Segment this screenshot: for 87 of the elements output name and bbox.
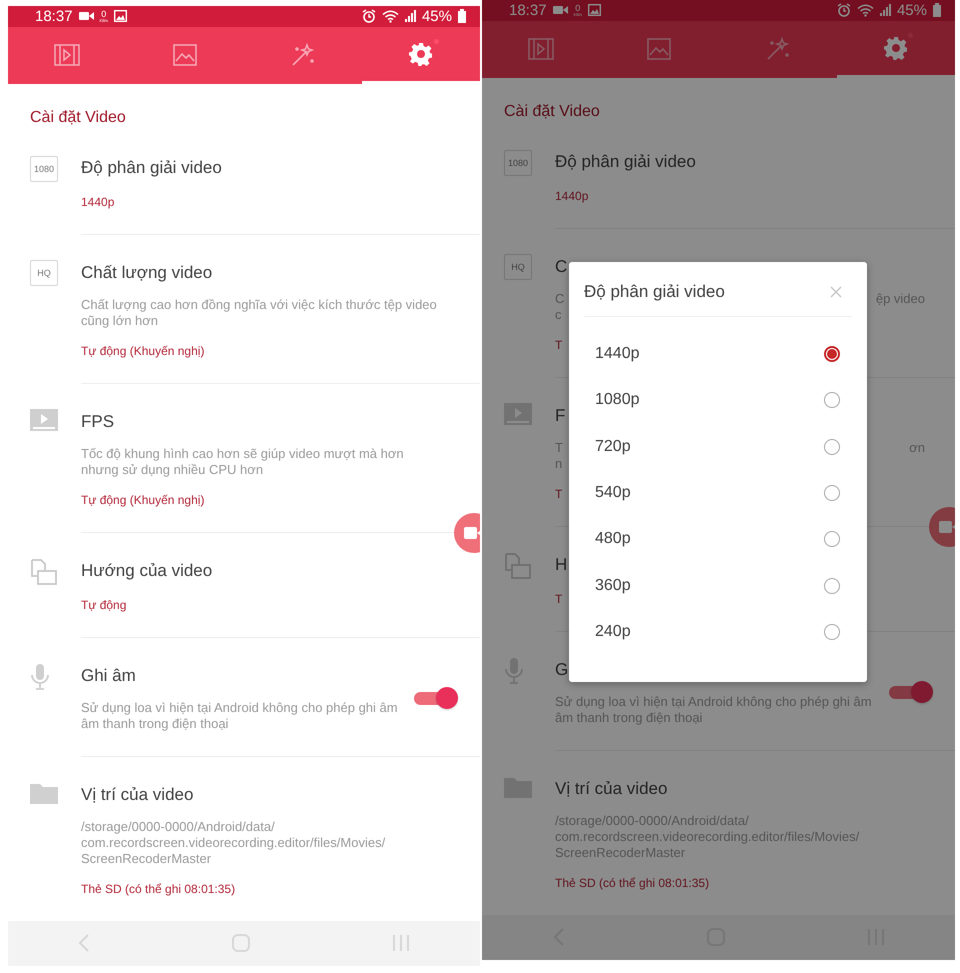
back-icon[interactable] bbox=[78, 934, 90, 952]
image-icon bbox=[173, 44, 197, 66]
setting-title: Vị trí của video bbox=[81, 784, 194, 806]
dialog-title: Độ phân giải video bbox=[584, 282, 725, 302]
wifi-icon bbox=[856, 4, 874, 17]
setting-description: Tốc độ khung hình cao hơn sẽ giúp video mượt mà hơn nhưng sử dụng nhiều CPU hơn bbox=[81, 446, 404, 478]
setting-value: 1440p bbox=[555, 188, 588, 204]
recent-apps-icon[interactable] bbox=[392, 934, 410, 952]
play-screen-icon bbox=[30, 408, 58, 431]
setting-value: Tự động (Khuyến nghị) bbox=[81, 492, 204, 508]
radio-button[interactable] bbox=[824, 531, 840, 548]
resolution-option[interactable]: 480p bbox=[595, 530, 631, 548]
wifi-icon bbox=[382, 10, 399, 23]
film-icon bbox=[54, 44, 80, 66]
setting-value: Tự động (Khuyến nghị) bbox=[81, 342, 204, 359]
battery-percent: 45% bbox=[896, 2, 927, 19]
toggle-switch[interactable] bbox=[414, 686, 458, 709]
image-icon bbox=[588, 4, 601, 16]
video-camera-icon bbox=[78, 11, 94, 22]
film-icon bbox=[528, 38, 554, 60]
resolution-icon: 1080 bbox=[504, 150, 532, 176]
setting-title: Ghi âm bbox=[81, 664, 136, 687]
home-icon[interactable] bbox=[230, 933, 251, 954]
microphone-icon bbox=[504, 656, 524, 685]
signal-icon bbox=[880, 4, 891, 16]
clock-time: 18:37 bbox=[509, 2, 547, 19]
video-camera-icon bbox=[464, 526, 480, 540]
setting-title: Hướng của video bbox=[81, 560, 212, 582]
folder-icon bbox=[30, 782, 58, 804]
close-icon[interactable] bbox=[830, 286, 842, 298]
magic-wand-icon bbox=[290, 42, 316, 68]
radio-button[interactable] bbox=[824, 392, 840, 408]
setting-title: Độ phân giải video bbox=[81, 156, 222, 179]
hq-icon: HQ bbox=[30, 260, 58, 286]
resolution-icon: 1080 bbox=[30, 156, 58, 182]
clock-time: 18:37 bbox=[35, 8, 73, 25]
setting-value: Thẻ SD (có thể ghi 08:01:35) bbox=[555, 874, 710, 891]
settings-icon bbox=[409, 42, 433, 66]
setting-description: Chất lượng cao hơn đồng nghĩa với việc kích thước tệp video cũng lớn hơn bbox=[81, 296, 437, 329]
battery-icon bbox=[458, 9, 466, 24]
resolution-option[interactable]: 1440p bbox=[595, 345, 640, 364]
setting-title: H bbox=[555, 554, 568, 576]
image-icon bbox=[647, 38, 672, 60]
section-title: Cài đặt Video bbox=[29, 108, 127, 128]
signal-icon bbox=[404, 10, 416, 22]
setting-title: G bbox=[555, 658, 568, 681]
resolution-option[interactable]: 720p bbox=[595, 438, 631, 456]
play-screen-icon bbox=[504, 402, 532, 425]
setting-value: T bbox=[555, 486, 562, 502]
setting-value: 1440p bbox=[81, 194, 114, 210]
resolution-option[interactable]: 360p bbox=[595, 576, 631, 595]
setting-title: Độ phân giải video bbox=[555, 150, 696, 173]
radio-button[interactable] bbox=[824, 438, 840, 455]
radio-button[interactable] bbox=[824, 485, 840, 502]
folder-icon bbox=[504, 776, 532, 798]
setting-title: C bbox=[555, 256, 568, 278]
toggle-switch[interactable] bbox=[889, 680, 933, 703]
resolution-option[interactable]: 1080p bbox=[595, 391, 640, 410]
battery-icon bbox=[933, 3, 941, 18]
video-camera-icon bbox=[939, 520, 955, 534]
rotate-screen-icon bbox=[30, 558, 58, 586]
video-camera-icon bbox=[552, 5, 568, 16]
radio-button[interactable] bbox=[824, 346, 840, 362]
setting-description: /storage/0000-0000/Android/data/ com.recordscreen.videorecording.editor/files/Movies/ ScreenRecoderMaster bbox=[81, 818, 386, 867]
setting-title: FPS bbox=[81, 410, 114, 433]
section-title: Cài đặt Video bbox=[503, 102, 601, 122]
microphone-icon bbox=[30, 662, 50, 691]
setting-description: Sử dụng loa vì hiện tại Android không cho phép ghi âm âm thanh trong điện thoại bbox=[81, 700, 398, 732]
resolution-option[interactable]: 540p bbox=[595, 484, 631, 502]
setting-title: Chất lượng video bbox=[81, 262, 212, 284]
setting-value: T bbox=[555, 336, 562, 353]
alarm-icon bbox=[836, 3, 851, 18]
resolution-option[interactable]: 240p bbox=[595, 622, 631, 641]
hq-icon: HQ bbox=[504, 254, 532, 280]
setting-value: T bbox=[555, 590, 562, 607]
radio-button[interactable] bbox=[824, 624, 840, 640]
setting-value: Tự động bbox=[81, 596, 126, 613]
alarm-icon bbox=[362, 9, 376, 24]
settings-icon bbox=[884, 36, 908, 60]
setting-value: Thẻ SD (có thể ghi 08:01:35) bbox=[81, 880, 236, 897]
radio-button[interactable] bbox=[824, 578, 840, 594]
battery-percent: 45% bbox=[422, 8, 452, 25]
setting-title: Vị trí của video bbox=[555, 778, 668, 800]
rotate-screen-icon bbox=[504, 552, 532, 580]
setting-title: F bbox=[555, 404, 566, 427]
image-icon bbox=[114, 10, 127, 22]
magic-wand-icon bbox=[764, 36, 791, 62]
